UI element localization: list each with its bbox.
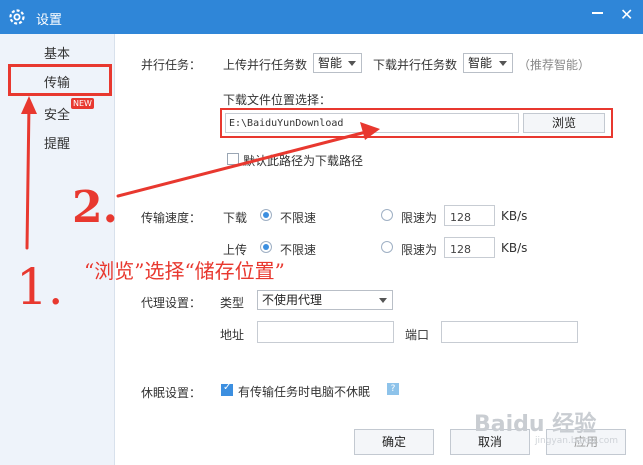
annotation-step-1: 1. [16,258,64,316]
step2-arrow [116,130,368,198]
annotation-step-2: 2. [72,182,118,233]
annotation-instruction: “浏览”选择“储存位置” [84,259,285,283]
step1-arrowhead [21,96,37,114]
watermark: Baidu 经验 [474,412,597,437]
watermark-site: jingyan.baidu.com [535,436,619,446]
step2-arrowhead [360,122,380,140]
step1-arrow [25,102,31,250]
